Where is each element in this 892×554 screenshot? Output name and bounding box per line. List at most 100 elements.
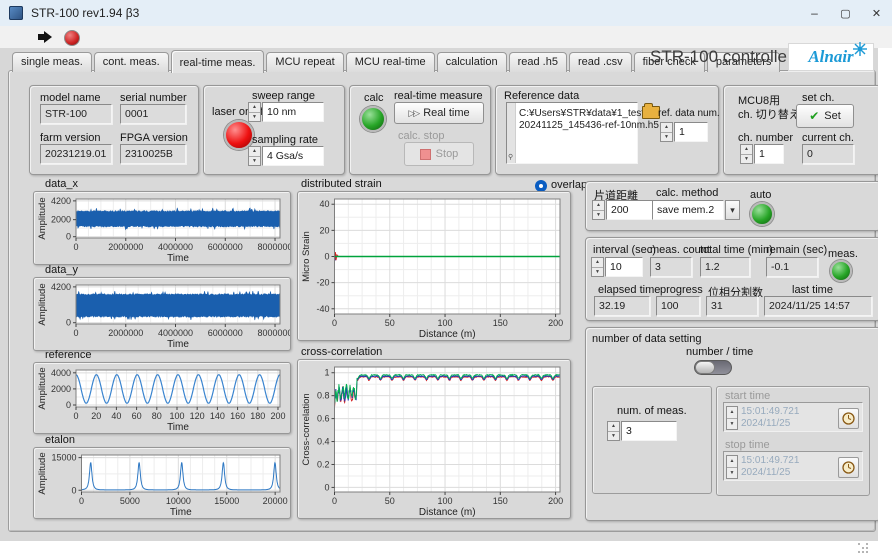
svg-text:Time: Time (170, 507, 192, 518)
phase-div-value: 31 (706, 296, 758, 316)
svg-text:4200: 4200 (51, 196, 71, 206)
toolbar (0, 26, 892, 49)
svg-text:4000000: 4000000 (158, 242, 193, 252)
resize-grip[interactable] (858, 543, 870, 553)
start-date-value: 2024/11/25 (741, 418, 799, 430)
stepper-arrows-icon[interactable] (726, 406, 738, 430)
reference-path-box[interactable]: ⚲ C:¥Users¥STR¥data¥1_test¥ 20241125_145… (506, 102, 638, 164)
num-of-meas-input[interactable]: 3 (621, 421, 677, 441)
serial-number-label: serial number (120, 92, 187, 104)
star-icon (853, 42, 867, 56)
ref-data-num-stepper[interactable]: 1 (660, 122, 708, 142)
run-button[interactable] (36, 29, 54, 45)
abort-button[interactable] (64, 30, 80, 46)
close-button[interactable] (861, 0, 892, 26)
svg-text:80: 80 (152, 411, 162, 421)
right-margin (878, 48, 892, 554)
calc-method-dropdown[interactable]: save mem.2 (652, 200, 740, 220)
toggle-knob[interactable] (695, 361, 715, 374)
calc-label: calc (364, 92, 384, 104)
number-time-toggle[interactable] (694, 360, 732, 375)
tab-real-time-meas[interactable]: real-time meas. (171, 50, 265, 73)
calc-method-value[interactable]: save mem.2 (652, 200, 724, 220)
svg-text:Micro Strain: Micro Strain (301, 231, 312, 282)
bottom-margin (0, 541, 892, 554)
svg-text:Cross-correlation: Cross-correlation (301, 393, 312, 465)
svg-text:0: 0 (324, 252, 329, 262)
svg-text:Time: Time (167, 253, 189, 264)
logo-text: Alnair (808, 47, 853, 67)
svg-text:5000: 5000 (120, 496, 140, 506)
chart-distributed-strain: 050100150200-40-2002040Distance (m)Micro… (297, 191, 571, 341)
stepper-arrows-icon[interactable] (726, 455, 738, 479)
svg-text:140: 140 (210, 411, 225, 421)
stepper-arrows-icon[interactable] (607, 421, 620, 441)
ch-number-input[interactable]: 1 (754, 144, 784, 164)
svg-text:0: 0 (66, 400, 71, 410)
stop-time-value: 15:01:49.721 (741, 455, 799, 467)
tab-page-realtime: model name STR-100 serial number 0001 fa… (8, 70, 876, 532)
firm-version-label: farm version (40, 132, 101, 144)
ref-data-num-input[interactable]: 1 (674, 122, 708, 142)
start-time-control[interactable]: 15:01:49.721 2024/11/25 (723, 402, 863, 432)
stepper-arrows-icon[interactable] (591, 257, 604, 277)
stop-square-icon (420, 149, 431, 160)
svg-text:0.6: 0.6 (317, 414, 330, 424)
progress-value: 100 (656, 296, 700, 316)
svg-text:0.8: 0.8 (317, 391, 330, 401)
stop-button[interactable]: Stop (404, 142, 474, 166)
svg-text:2000: 2000 (51, 215, 71, 225)
start-time-label: start time (725, 390, 770, 402)
reference-path-line2: 20241125_145436-ref-10nm.h5 (519, 120, 659, 132)
svg-text:100: 100 (169, 411, 184, 421)
app-title: STR-100 controller (650, 47, 793, 67)
ch-number-label: ch. number (738, 132, 793, 144)
chart-data-y: 0200000040000006000000800000004200TimeAm… (33, 277, 291, 351)
chart-title-reference: reference (45, 349, 91, 361)
svg-text:120: 120 (190, 411, 205, 421)
svg-text:1: 1 (324, 368, 329, 378)
data-setting-title: number of data setting (592, 333, 701, 345)
set-button[interactable]: Set (796, 104, 854, 128)
auto-label: auto (750, 189, 771, 201)
svg-text:0: 0 (73, 242, 78, 252)
chart-reference: 020406080100120140160180200020004000Time… (33, 362, 291, 434)
elapsed-time-value: 32.19 (594, 296, 650, 316)
interval-stepper[interactable]: 10 (591, 257, 643, 277)
stepper-arrows-icon[interactable] (248, 146, 261, 166)
ch-number-stepper[interactable]: 1 (740, 144, 784, 164)
num-of-meas-stepper[interactable]: 3 (607, 421, 677, 441)
svg-text:2000000: 2000000 (108, 242, 143, 252)
stepper-arrows-icon[interactable] (660, 122, 673, 142)
interval-input[interactable]: 10 (605, 257, 643, 277)
model-name-label: model name (40, 92, 101, 104)
stop-calendar-button[interactable] (838, 457, 859, 478)
chart-title-data-x: data_x (45, 178, 78, 190)
real-time-button[interactable]: Real time (394, 102, 484, 124)
app-window: STR-100 rev1.94 β3 STR-100 controller Al… (0, 0, 892, 554)
sweep-range-stepper[interactable]: 10 nm (248, 102, 324, 122)
tab-read-h5[interactable]: read .h5 (509, 52, 567, 72)
stepper-arrows-icon[interactable] (740, 144, 753, 164)
tab-single-meas[interactable]: single meas. (12, 52, 92, 72)
maximize-button[interactable] (830, 0, 861, 26)
stepper-arrows-icon[interactable] (592, 200, 605, 220)
tab-read-csv[interactable]: read .csv (569, 52, 632, 72)
tab-cont-meas[interactable]: cont. meas. (94, 52, 169, 72)
stop-time-control[interactable]: 15:01:49.721 2024/11/25 (723, 451, 863, 481)
calc-led (360, 106, 386, 132)
start-calendar-button[interactable] (838, 408, 859, 429)
interval-label: interval (sec) (593, 244, 656, 256)
tab-calculation[interactable]: calculation (437, 52, 507, 72)
svg-text:50: 50 (385, 496, 395, 506)
tab-mcu-repeat[interactable]: MCU repeat (266, 52, 343, 72)
tab-mcu-real-time[interactable]: MCU real-time (346, 52, 435, 72)
stepper-arrows-icon[interactable] (248, 102, 261, 122)
dropdown-arrow-icon[interactable] (725, 200, 740, 220)
sweep-range-input[interactable]: 10 nm (262, 102, 324, 122)
minimize-button[interactable] (799, 0, 830, 26)
svg-text:40: 40 (319, 199, 329, 209)
sampling-rate-stepper[interactable]: 4 Gsa/s (248, 146, 324, 166)
sampling-rate-input[interactable]: 4 Gsa/s (262, 146, 324, 166)
svg-text:150: 150 (493, 318, 508, 328)
